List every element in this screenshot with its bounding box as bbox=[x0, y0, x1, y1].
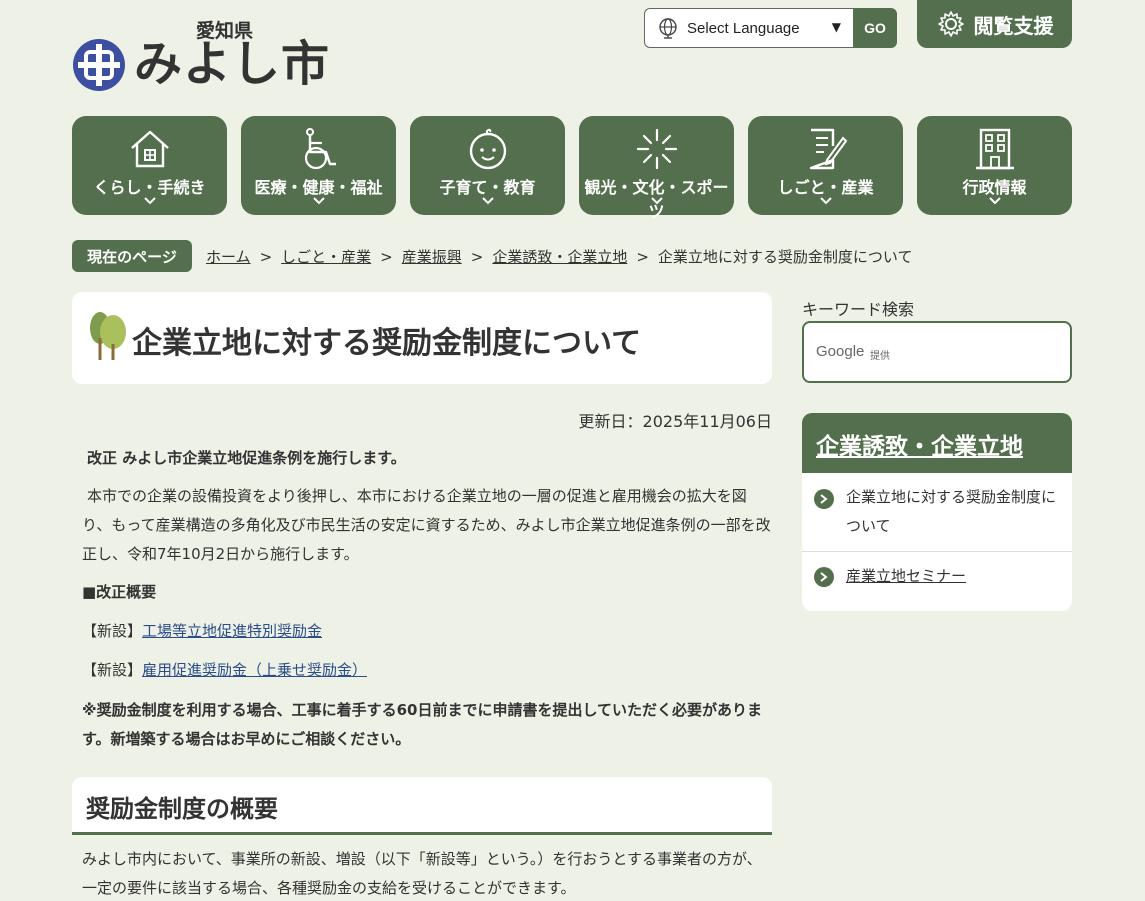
section-heading: 奨励金制度の概要 bbox=[86, 795, 278, 823]
sidebar-link-label: 企業立地に対する奨励金制度について bbox=[846, 488, 1057, 535]
breadcrumb-link-industry[interactable]: 産業振興 bbox=[402, 246, 462, 267]
nav-label: しごと・産業 bbox=[777, 178, 874, 197]
breadcrumb-current: 企業立地に対する奨励金制度について bbox=[657, 248, 913, 266]
language-select-value: Select Language bbox=[687, 19, 800, 37]
fireworks-icon bbox=[636, 128, 677, 170]
application-note: ※奨励金制度を利用する場合、工事に着手する60日前までに申請書を提出していただく… bbox=[82, 701, 763, 748]
provided-label: 提供 bbox=[870, 351, 890, 362]
google-label: Google bbox=[816, 343, 865, 360]
nav-item-work[interactable]: しごと・産業 bbox=[748, 116, 903, 215]
breadcrumb-link-invitation[interactable]: 企業誘致・企業立地 bbox=[492, 246, 627, 267]
chevron-down-icon bbox=[481, 197, 494, 205]
language-go-button[interactable]: GO bbox=[853, 8, 897, 48]
chevron-down-icon bbox=[312, 197, 325, 205]
breadcrumb-link-work[interactable]: しごと・産業 bbox=[281, 246, 371, 267]
nav-item-health[interactable]: 医療・健康・福祉 bbox=[241, 116, 396, 215]
breadcrumb-separator: > bbox=[380, 247, 393, 266]
building-icon bbox=[975, 128, 1014, 170]
breadcrumb-badge: 現在のページ bbox=[72, 240, 192, 272]
intro-heading: 改正 みよし市企業立地促進条例を施行します。 bbox=[87, 449, 406, 467]
chevron-down-icon bbox=[819, 197, 832, 205]
section-body: みよし市内において、事業所の新設、増設（以下「新設等」という。）を行おうとする事… bbox=[82, 850, 762, 897]
new-item-link[interactable]: 雇用促進奨励金（上乗せ奨励金） bbox=[142, 661, 367, 679]
keyword-search-label: キーワード検索 bbox=[802, 300, 915, 319]
nav-label: 行政情報 bbox=[962, 178, 1027, 197]
intro-body: 本市での企業の設備投資をより後押し、本市における企業立地の一層の促進と雇用機会の… bbox=[82, 487, 771, 563]
city-name-logo[interactable]: みよし市 bbox=[134, 32, 330, 96]
arrow-circle-icon bbox=[814, 567, 834, 587]
updated-date: 更新日：2025年11月06日 bbox=[578, 412, 772, 431]
breadcrumb-link-home[interactable]: ホーム bbox=[206, 246, 251, 267]
nav-item-tourism[interactable]: 観光・文化・スポーツ bbox=[579, 116, 734, 221]
new-item: 【新設】工場等立地促進特別奨励金 bbox=[82, 617, 772, 646]
chevron-down-icon bbox=[988, 197, 1001, 205]
new-item: 【新設】雇用促進奨励金（上乗せ奨励金） bbox=[82, 656, 772, 685]
global-nav: くらし・手続き 医療・健康・福祉 子育て・教育 観光・文化・スポーツ しごと・産… bbox=[72, 116, 1072, 221]
city-emblem-icon[interactable] bbox=[72, 38, 126, 92]
sidebar-category-title-link[interactable]: 企業誘致・企業立地 bbox=[816, 434, 1023, 460]
trees-icon bbox=[90, 312, 126, 360]
arrow-circle-icon bbox=[814, 489, 834, 509]
language-select[interactable]: Select Language ▼ bbox=[644, 8, 854, 48]
chevron-down-icon bbox=[650, 197, 663, 205]
new-item-prefix: 【新設】 bbox=[82, 622, 143, 640]
child-face-icon bbox=[469, 128, 506, 170]
sidebar-divider bbox=[802, 551, 1072, 552]
nav-item-living[interactable]: くらし・手続き bbox=[72, 116, 227, 215]
nav-label: くらし・手続き bbox=[93, 178, 206, 197]
breadcrumb-separator: > bbox=[470, 247, 484, 266]
browsing-assist-label: 閲覧支援 bbox=[973, 13, 1054, 38]
new-item-link[interactable]: 工場等立地促進特別奨励金 bbox=[142, 622, 322, 640]
nav-label: 子育て・教育 bbox=[439, 178, 536, 197]
document-pen-icon bbox=[809, 128, 847, 170]
browsing-assist-button[interactable]: 閲覧支援 bbox=[917, 0, 1072, 48]
chevron-down-icon bbox=[143, 197, 156, 205]
nav-item-administration[interactable]: 行政情報 bbox=[917, 116, 1072, 215]
keyword-search-input[interactable]: Google 提供 bbox=[802, 321, 1072, 383]
globe-icon bbox=[659, 18, 677, 39]
section-heading-card: 奨励金制度の概要 bbox=[72, 777, 772, 835]
page-title-card: 企業立地に対する奨励金制度について bbox=[72, 292, 772, 384]
sidebar-category-menu: 企業誘致・企業立地 企業立地に対する奨励金制度について 産業立地セミナー bbox=[802, 413, 1072, 611]
caret-down-icon: ▼ bbox=[831, 20, 841, 34]
outline-heading: ■改正概要 bbox=[82, 583, 157, 601]
breadcrumb: ホーム > しごと・産業 > 産業振興 > 企業誘致・企業立地 > 企業立地に対… bbox=[206, 246, 912, 267]
nav-item-childcare[interactable]: 子育て・教育 bbox=[410, 116, 565, 215]
new-item-prefix: 【新設】 bbox=[82, 661, 143, 679]
gear-icon bbox=[937, 11, 964, 37]
page-title: 企業立地に対する奨励金制度について bbox=[132, 326, 642, 361]
nav-label: 医療・健康・福祉 bbox=[254, 178, 383, 197]
breadcrumb-separator: > bbox=[636, 247, 649, 266]
sidebar-link-label: 産業立地セミナー bbox=[846, 567, 967, 585]
breadcrumb-separator: > bbox=[259, 247, 273, 266]
house-icon bbox=[130, 130, 169, 168]
sidebar-category-header: 企業誘致・企業立地 bbox=[802, 413, 1072, 473]
wheelchair-icon bbox=[304, 128, 336, 170]
